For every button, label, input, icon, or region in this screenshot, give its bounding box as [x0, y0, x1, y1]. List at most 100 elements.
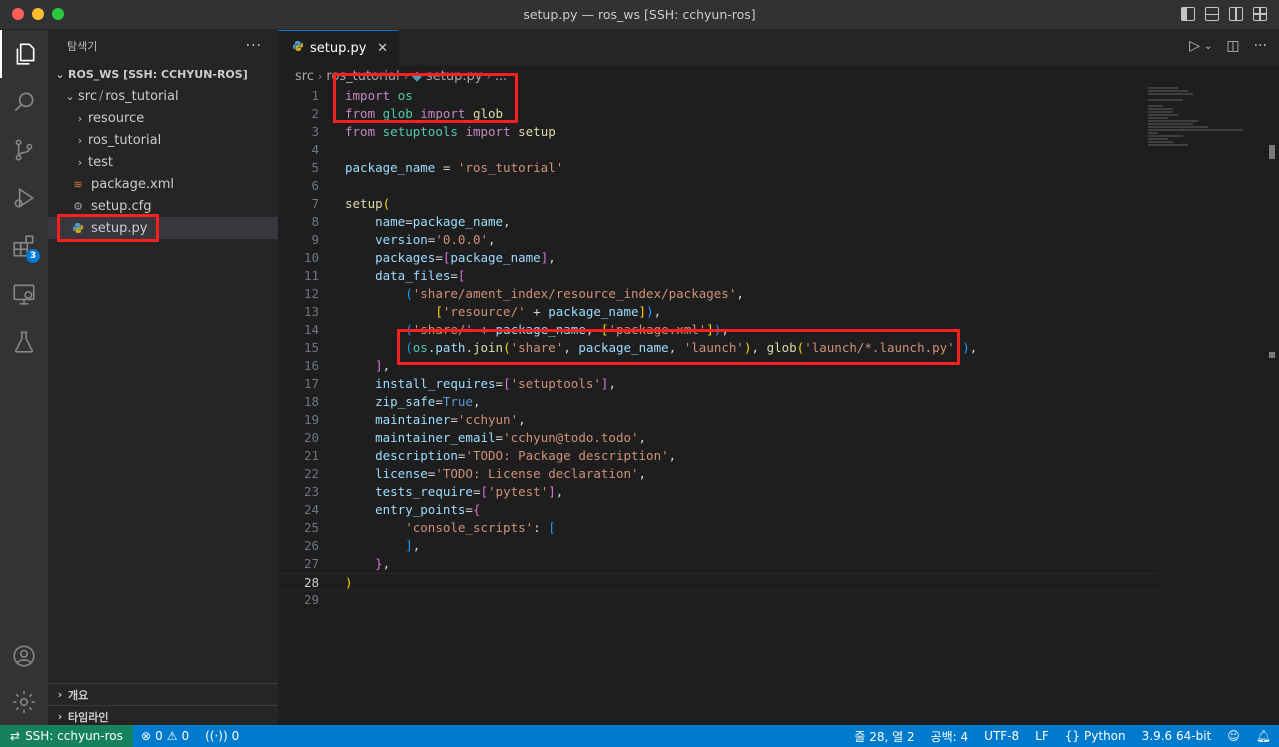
explorer-title: 탐색기 — [67, 40, 98, 53]
outline-section[interactable]: › 개요 — [48, 683, 278, 705]
code-line: 27 }, — [303, 556, 391, 571]
chevron-down-icon: ⌄ — [65, 89, 75, 103]
tree-item-label: test — [88, 154, 113, 170]
code-line: 20 maintainer_email='cchyun@todo.todo', — [303, 430, 647, 445]
source-control-icon[interactable] — [0, 126, 48, 174]
chevron-right-icon: › — [317, 69, 323, 83]
more-actions-icon[interactable]: ··· — [1254, 38, 1267, 54]
highlight-box — [333, 73, 518, 123]
run-debug-icon[interactable] — [0, 174, 48, 222]
folder-src-ros-tutorial[interactable]: ⌄ src / ros_tutorial — [48, 85, 278, 107]
scrollbar-marker — [1269, 352, 1275, 358]
chevron-right-icon: › — [77, 111, 83, 125]
code-line: 26 ], — [303, 538, 421, 553]
close-window-button[interactable] — [12, 8, 24, 20]
chevron-right-icon: › — [57, 688, 63, 701]
python-interpreter[interactable]: 3.9.6 64-bit — [1134, 729, 1220, 743]
editor-area: setup.py ✕ ▷ ⌄ ◫ ··· src › ros_tutorial … — [278, 30, 1279, 725]
minimap[interactable] — [1148, 87, 1268, 167]
timeline-label: 타임라인 — [68, 710, 109, 724]
tree-item-label: resource — [88, 110, 145, 126]
code-line: 5 package_name = 'ros_tutorial' — [311, 160, 564, 175]
code-line: 12 ('share/ament_index/resource_index/pa… — [303, 286, 744, 301]
toggle-panel-icon[interactable] — [1205, 7, 1219, 21]
encoding[interactable]: UTF-8 — [976, 729, 1027, 743]
extensions-icon[interactable]: 3 — [0, 222, 48, 270]
toggle-secondary-sidebar-icon[interactable] — [1229, 7, 1243, 21]
chevron-down-icon[interactable]: ⌄ — [1204, 41, 1212, 52]
code-line: 19 maintainer='cchyun', — [303, 412, 526, 427]
gear-file-icon: ⚙ — [73, 199, 83, 213]
toggle-sidebar-icon[interactable] — [1181, 7, 1195, 21]
tree-item-package-xml[interactable]: ≋ package.xml — [48, 173, 278, 195]
code-line: 13 ['resource/' + package_name]), — [303, 304, 662, 319]
code-line: 9 version='0.0.0', — [311, 232, 496, 247]
extensions-badge: 3 — [26, 249, 40, 263]
code-line: 6 — [311, 178, 319, 193]
testing-icon[interactable] — [0, 318, 48, 366]
ports-count: 0 — [231, 729, 240, 743]
indentation[interactable]: 공백: 4 — [923, 728, 977, 745]
feedback-icon[interactable]: ☺ — [1219, 729, 1248, 743]
chevron-down-icon: ⌄ — [55, 67, 65, 81]
maximize-window-button[interactable] — [52, 8, 64, 20]
code-line: 25 'console_scripts': [ — [303, 520, 556, 535]
explorer-sidebar: 탐색기 ··· ⌄ ROS_WS [SSH: CCHYUN-ROS] ⌄ src… — [48, 30, 278, 725]
warning-icon: ⚠ — [166, 729, 178, 743]
tree-item-ros-tutorial[interactable]: › ros_tutorial — [48, 129, 278, 151]
code-line: 22 license='TODO: License declaration', — [303, 466, 647, 481]
folder-path-label: src — [78, 88, 97, 104]
breadcrumb-item[interactable]: src — [295, 69, 314, 84]
status-right: 줄 28, 열 2 공백: 4 UTF-8 LF {} Python 3.9.6… — [846, 728, 1279, 745]
code-line: 3 from setuptools import setup — [311, 124, 556, 139]
scrollbar-marker — [1269, 145, 1275, 159]
window-title: setup.py — ros_ws [SSH: cchyun-ros] — [523, 7, 756, 22]
timeline-section[interactable]: › 타임라인 — [48, 705, 278, 727]
manage-gear-icon[interactable] — [0, 678, 48, 726]
python-file-icon — [292, 40, 304, 56]
code-line: 10 packages=[package_name], — [303, 250, 556, 265]
code-line: 4 — [311, 142, 319, 157]
outline-label: 개요 — [68, 688, 89, 702]
accounts-icon[interactable] — [0, 632, 48, 680]
tree-item-label: package.xml — [91, 176, 174, 192]
activity-bar: 3 — [0, 30, 48, 725]
highlight-box — [397, 329, 960, 365]
explorer-icon[interactable] — [0, 30, 48, 78]
run-python-file-icon[interactable]: ▷ — [1189, 38, 1200, 54]
cursor-position[interactable]: 줄 28, 열 2 — [846, 728, 922, 745]
minimize-window-button[interactable] — [32, 8, 44, 20]
title-bar: setup.py — ros_ws [SSH: cchyun-ros] — [0, 0, 1279, 30]
more-actions-icon[interactable]: ··· — [246, 38, 262, 54]
search-icon[interactable] — [0, 78, 48, 126]
tree-item-resource[interactable]: › resource — [48, 107, 278, 129]
problems-indicator[interactable]: ⊗ 0 ⚠ 0 — [133, 729, 197, 743]
tree-item-label: setup.cfg — [91, 198, 152, 214]
language-mode[interactable]: {} Python — [1057, 729, 1134, 743]
code-line: 24 entry_points={ — [303, 502, 481, 517]
customize-layout-icon[interactable] — [1253, 7, 1267, 21]
split-editor-icon[interactable]: ◫ — [1226, 38, 1239, 54]
code-line: 7 setup( — [311, 196, 391, 211]
explorer-header: 탐색기 ··· — [48, 30, 278, 62]
chevron-right-icon: › — [57, 710, 63, 723]
code-line-current: 28) — [278, 573, 1158, 591]
code-line: 21 description='TODO: Package descriptio… — [303, 448, 677, 463]
warning-count: 0 — [181, 729, 190, 743]
notifications-bell-icon[interactable]: 🔔︎ — [1248, 729, 1279, 743]
close-tab-icon[interactable]: ✕ — [377, 41, 388, 56]
ports-indicator[interactable]: ((·)) 0 — [197, 729, 247, 743]
code-line: 23 tests_require=['pytest'], — [303, 484, 564, 499]
code-line: 11 data_files=[ — [303, 268, 466, 283]
workspace-root[interactable]: ⌄ ROS_WS [SSH: CCHYUN-ROS] — [48, 63, 278, 85]
code-line: 17 install_requires=['setuptools'], — [303, 376, 616, 391]
tab-setup-py[interactable]: setup.py ✕ — [278, 30, 398, 65]
end-of-line[interactable]: LF — [1027, 729, 1057, 743]
chevron-right-icon: › — [77, 155, 83, 169]
tree-item-test[interactable]: › test — [48, 151, 278, 173]
chevron-right-icon: › — [77, 133, 83, 147]
code-line: 8 name=package_name, — [311, 214, 511, 229]
tree-item-label: ros_tutorial — [88, 132, 162, 148]
remote-indicator[interactable]: ⇄ SSH: cchyun-ros — [0, 725, 133, 747]
remote-explorer-icon[interactable] — [0, 270, 48, 318]
